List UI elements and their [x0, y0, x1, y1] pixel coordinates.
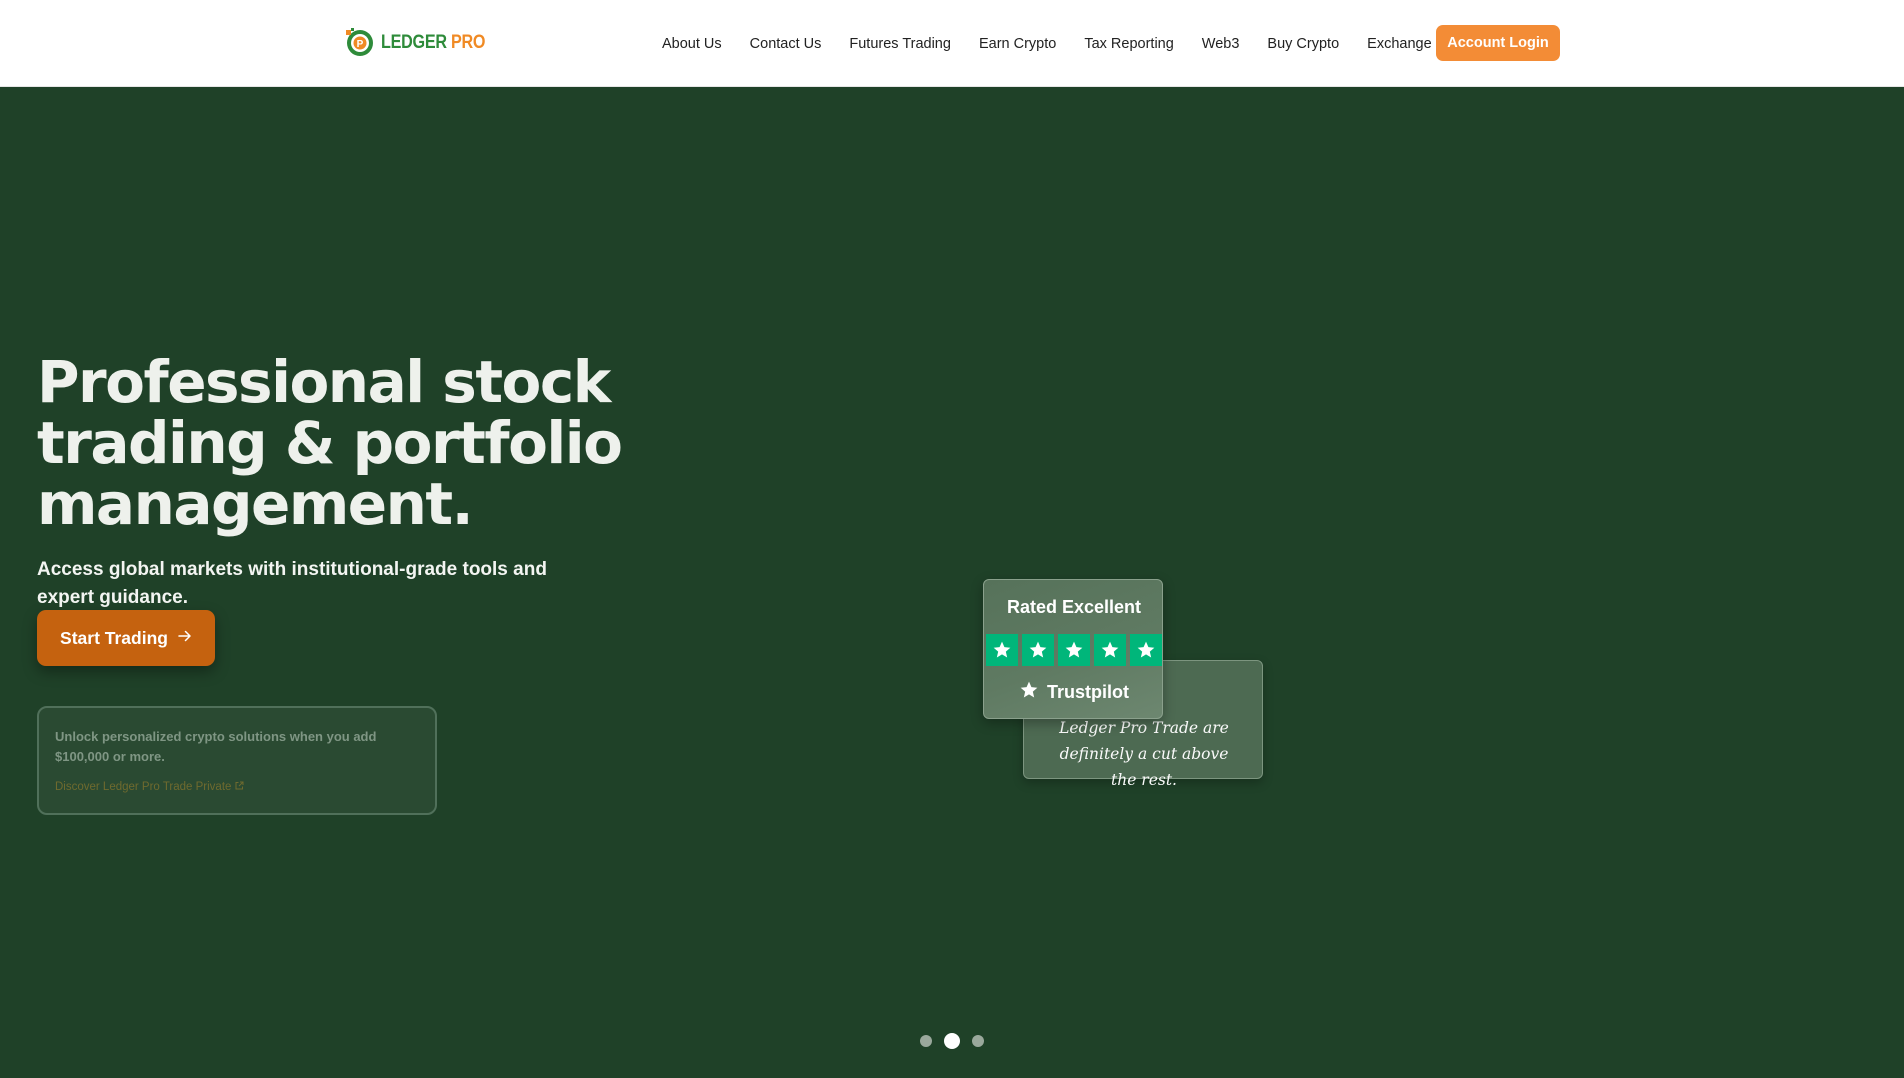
- trustpilot-label: Trustpilot: [1047, 682, 1129, 702]
- external-link-icon: [235, 781, 244, 793]
- nav-item-exchange[interactable]: Exchange: [1367, 36, 1432, 52]
- arrow-right-icon: [178, 629, 192, 647]
- trustpilot-brand[interactable]: Trustpilot: [984, 680, 1164, 705]
- account-login-button[interactable]: Account Login: [1436, 25, 1560, 61]
- nav-item-about-us[interactable]: About Us: [662, 36, 722, 52]
- private-amount: $100,000: [55, 749, 110, 764]
- star-icon: [1094, 634, 1126, 666]
- carousel-pagination: [920, 1033, 984, 1049]
- ledger-pro-logo-icon: P: [345, 28, 375, 58]
- main-nav: About Us Contact Us Futures Trading Earn…: [648, 0, 1446, 87]
- private-text-suffix: or more.: [109, 749, 165, 764]
- hero-subtitle: Access global markets with institutional…: [37, 559, 547, 608]
- trustpilot-rating-card: Rated Excellent Trustpilot: [983, 579, 1163, 719]
- nav-item-earn-crypto[interactable]: Earn Crypto: [979, 36, 1056, 52]
- hero-title-line3: management.: [37, 470, 474, 538]
- star-icon: [1130, 634, 1162, 666]
- nav-item-contact-us[interactable]: Contact Us: [750, 36, 822, 52]
- review-quote: Ledger Pro Trade are definitely a cut ab…: [1059, 719, 1229, 789]
- private-banking-card: Unlock personalized crypto solutions whe…: [37, 706, 437, 815]
- star-rating: [986, 634, 1162, 666]
- nav-item-futures-trading[interactable]: Futures Trading: [849, 36, 951, 52]
- nav-item-buy-crypto[interactable]: Buy Crypto: [1267, 36, 1339, 52]
- discover-private-link-label: Discover Ledger Pro Trade Private: [55, 781, 232, 793]
- hero-title-line1: Professional stock: [37, 348, 611, 416]
- start-trading-label: Start Trading: [60, 627, 168, 648]
- start-trading-button[interactable]: Start Trading: [37, 610, 215, 666]
- trustpilot-star-icon: [1019, 680, 1039, 705]
- private-banking-text: Unlock personalized crypto solutions whe…: [55, 727, 419, 767]
- hero-title: Professional stock trading & portfolio m…: [37, 352, 657, 535]
- star-icon: [986, 634, 1018, 666]
- carousel-dot-2-active[interactable]: [944, 1033, 960, 1049]
- carousel-dot-1[interactable]: [920, 1035, 932, 1047]
- hero-title-line2: trading & portfolio: [37, 409, 623, 477]
- svg-text:P: P: [357, 39, 364, 50]
- brand-logo[interactable]: P LEDGER PRO: [345, 28, 504, 58]
- carousel-dot-3[interactable]: [972, 1035, 984, 1047]
- star-icon: [1022, 634, 1054, 666]
- brand-name-part1: LEDGER: [381, 32, 447, 53]
- brand-name: LEDGER PRO: [381, 32, 486, 54]
- private-text-prefix: Unlock personalized crypto solutions whe…: [55, 729, 377, 744]
- discover-private-link[interactable]: Discover Ledger Pro Trade Private: [55, 781, 244, 793]
- rating-title: Rated Excellent: [1006, 597, 1142, 617]
- nav-item-tax-reporting[interactable]: Tax Reporting: [1084, 36, 1173, 52]
- star-icon: [1058, 634, 1090, 666]
- brand-name-part2: PRO: [451, 32, 486, 53]
- nav-item-web3[interactable]: Web3: [1202, 36, 1240, 52]
- site-header: P LEDGER PRO About Us Contact Us Futures…: [0, 0, 1904, 87]
